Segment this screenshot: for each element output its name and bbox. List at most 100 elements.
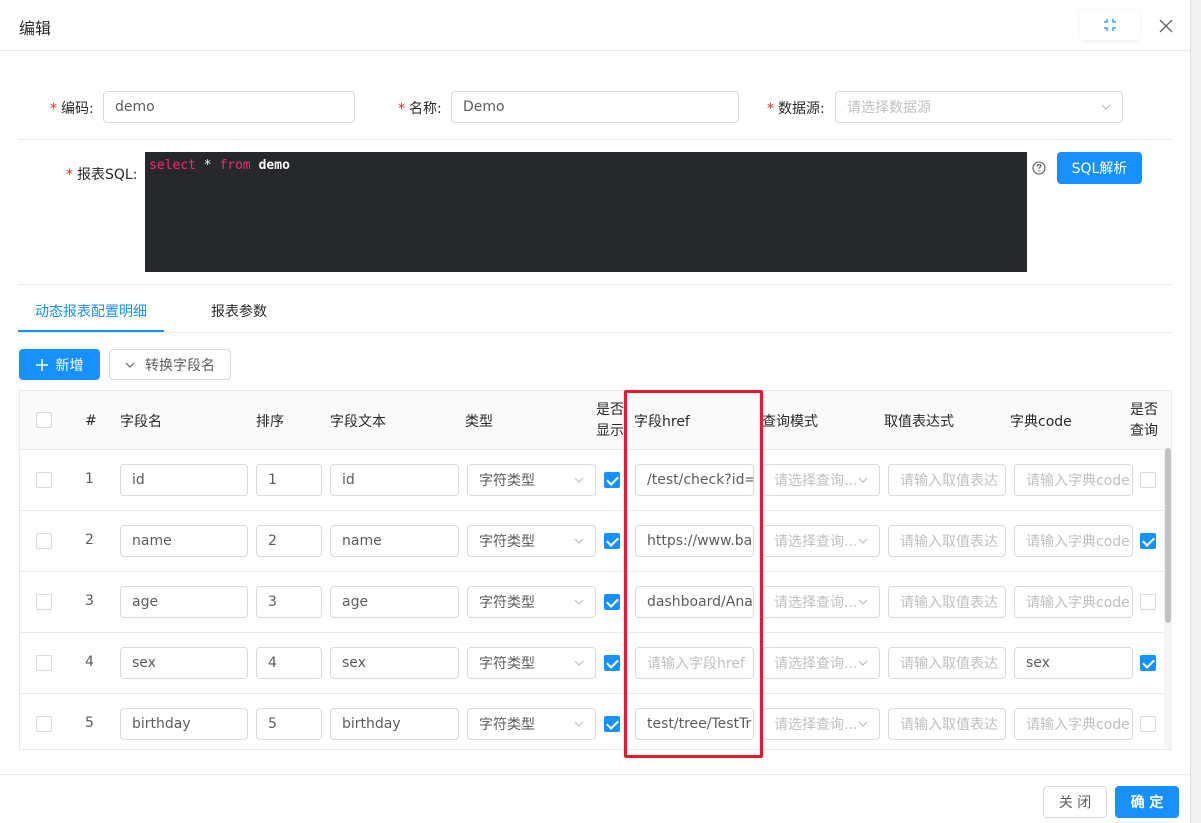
field-name-input[interactable]: name <box>120 525 248 557</box>
order-input[interactable]: 3 <box>256 586 322 618</box>
field-name-input[interactable]: birthday <box>120 708 248 740</box>
row-select-checkbox[interactable] <box>36 594 52 610</box>
chevron-down-icon <box>858 538 868 544</box>
query-checkbox[interactable] <box>1140 716 1156 732</box>
field-text-input[interactable]: name <box>330 525 459 557</box>
field-name-input[interactable]: id <box>120 464 248 496</box>
type-select-value: 字符类型 <box>479 473 535 489</box>
col-query-mode: 查询模式 <box>762 413 818 430</box>
expression-input[interactable]: 请输入取值表达 <box>888 586 1006 618</box>
col-expression: 取值表达式 <box>884 413 954 430</box>
dict-code-input[interactable]: 请输入字典code <box>1014 708 1133 740</box>
fullscreen-button[interactable] <box>1080 10 1140 40</box>
expression-input[interactable]: 请输入取值表达 <box>888 708 1006 740</box>
query-checkbox[interactable] <box>1140 533 1156 549</box>
href-input[interactable]: /test/check?id= <box>635 464 754 496</box>
query-checkbox[interactable] <box>1140 472 1156 488</box>
tab-report-params[interactable]: 报表参数 <box>211 292 267 332</box>
order-input[interactable]: 5 <box>256 708 322 740</box>
type-select[interactable]: 字符类型 <box>467 647 596 679</box>
table-scrollbar[interactable] <box>1164 448 1172 748</box>
type-select[interactable]: 字符类型 <box>467 525 596 557</box>
dict-code-input[interactable]: 请输入字典code <box>1014 464 1133 496</box>
add-button[interactable]: 新增 <box>19 349 100 380</box>
expression-input[interactable]: 请输入取值表达 <box>888 525 1006 557</box>
query-checkbox[interactable] <box>1140 655 1156 671</box>
expression-input[interactable]: 请输入取值表达 <box>888 647 1006 679</box>
field-text-input[interactable]: age <box>330 586 459 618</box>
show-checkbox[interactable] <box>604 594 620 610</box>
sql-star: * <box>195 158 220 173</box>
field-text-input[interactable]: id <box>330 464 459 496</box>
query-checkbox[interactable] <box>1140 594 1156 610</box>
datasource-select[interactable]: 请选择数据源 <box>835 91 1123 123</box>
ok-button[interactable]: 确 定 <box>1115 786 1179 818</box>
name-input[interactable]: Demo <box>451 91 739 123</box>
field-config-table: # 字段名 排序 字段文本 类型 是否 显示 字段href 查询模式 取值表达式… <box>19 390 1172 750</box>
code-input[interactable]: demo <box>103 91 355 123</box>
chevron-down-icon <box>858 721 868 727</box>
convert-field-name-button[interactable]: 转换字段名 <box>109 349 231 380</box>
row-select-checkbox[interactable] <box>36 533 52 549</box>
href-input[interactable]: 请输入字段href <box>635 647 754 679</box>
select-all-checkbox[interactable] <box>36 412 52 428</box>
href-input[interactable]: dashboard/Ana <box>635 586 754 618</box>
query-mode-select[interactable]: 请选择查询... <box>762 647 880 679</box>
query-mode-placeholder: 请选择查询... <box>774 534 858 550</box>
row-number: 4 <box>85 654 94 670</box>
order-input[interactable]: 2 <box>256 525 322 557</box>
sql-keyword: select <box>149 158 196 173</box>
order-input[interactable]: 1 <box>256 464 322 496</box>
query-mode-select[interactable]: 请选择查询... <box>762 708 880 740</box>
expression-input[interactable]: 请输入取值表达 <box>888 464 1006 496</box>
query-mode-select[interactable]: 请选择查询... <box>762 464 880 496</box>
modal-title: 编辑 <box>19 19 52 38</box>
row-select-checkbox[interactable] <box>36 472 52 488</box>
table-row: 5 birthday 5 birthday 字符类型 test/tree/TestTr 请选… <box>20 694 1171 749</box>
query-mode-placeholder: 请选择查询... <box>774 473 858 489</box>
convert-button-label: 转换字段名 <box>145 357 215 374</box>
row-select-checkbox[interactable] <box>36 655 52 671</box>
query-mode-select[interactable]: 请选择查询... <box>762 525 880 557</box>
name-label: * 名称: <box>398 101 442 117</box>
col-field-text: 字段文本 <box>330 413 386 430</box>
dict-code-input[interactable]: sex <box>1014 647 1133 679</box>
chevron-down-icon <box>858 660 868 666</box>
sql-parse-button[interactable]: SQL解析 <box>1057 152 1142 184</box>
field-text-input[interactable]: sex <box>330 647 459 679</box>
row-number: 2 <box>85 532 94 548</box>
order-input[interactable]: 4 <box>256 647 322 679</box>
sql-label: * 报表SQL: <box>66 167 138 183</box>
chevron-down-icon <box>125 362 135 368</box>
close-modal-button[interactable]: 关 闭 <box>1043 786 1107 818</box>
href-input[interactable]: https://www.ba <box>635 525 754 557</box>
plus-icon <box>35 358 48 371</box>
field-text-input[interactable]: birthday <box>330 708 459 740</box>
href-input[interactable]: test/tree/TestTr <box>635 708 754 740</box>
chevron-down-icon <box>858 477 868 483</box>
show-checkbox[interactable] <box>604 533 620 549</box>
sql-keyword: from <box>219 158 251 173</box>
page-background-strip <box>1190 0 1201 823</box>
query-mode-select[interactable]: 请选择查询... <box>762 586 880 618</box>
dict-code-input[interactable]: 请输入字典code <box>1014 586 1133 618</box>
tab-report-config-detail[interactable]: 动态报表配置明细 <box>18 292 164 332</box>
show-checkbox[interactable] <box>604 472 620 488</box>
show-checkbox[interactable] <box>604 655 620 671</box>
table-row: 1 id 1 id 字符类型/test/check?id= 请选择查询... 请输入取值表达… <box>20 450 1171 511</box>
type-select[interactable]: 字符类型 <box>467 464 596 496</box>
question-circle-icon[interactable] <box>1032 161 1046 175</box>
row-number: 1 <box>85 471 94 487</box>
show-checkbox[interactable] <box>604 716 620 732</box>
type-select[interactable]: 字符类型 <box>467 586 596 618</box>
row-select-checkbox[interactable] <box>36 716 52 732</box>
type-select[interactable]: 字符类型 <box>467 708 596 740</box>
datasource-label: * 数据源: <box>767 101 825 117</box>
dict-code-input[interactable]: 请输入字典code <box>1014 525 1133 557</box>
sql-editor[interactable]: select * from demo <box>145 152 1027 272</box>
field-name-input[interactable]: sex <box>120 647 248 679</box>
scrollbar-thumb[interactable] <box>1165 448 1171 623</box>
close-button[interactable] <box>1152 12 1180 40</box>
field-name-input[interactable]: age <box>120 586 248 618</box>
col-num: # <box>85 412 97 429</box>
